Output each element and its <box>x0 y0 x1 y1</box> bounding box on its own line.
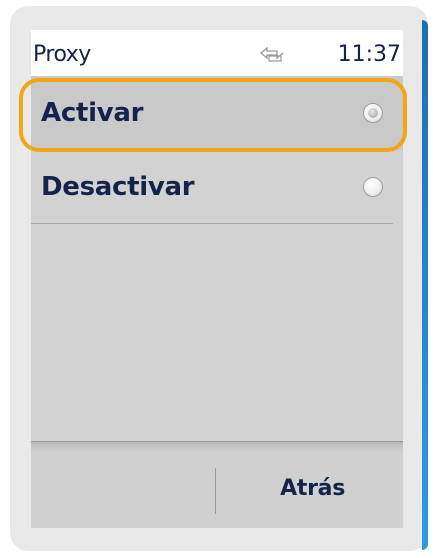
option-list: Activar Desactivar <box>31 76 403 224</box>
option-activar[interactable]: Activar <box>31 76 403 150</box>
option-label: Desactivar <box>41 172 195 202</box>
radio-unselected-icon[interactable] <box>363 177 383 197</box>
divider <box>31 223 393 224</box>
back-button[interactable]: Atrás <box>280 476 345 501</box>
option-label: Activar <box>41 98 144 128</box>
softkey-bar: Atrás <box>31 441 403 528</box>
device-accent-stripe <box>422 20 428 550</box>
network-data-icon <box>259 44 285 62</box>
softkey-separator <box>215 468 216 514</box>
page-title: Proxy <box>33 42 91 67</box>
phone-screen: Proxy 11:37 Activar Desactivar Atrás <box>31 30 403 528</box>
option-desactivar[interactable]: Desactivar <box>31 150 403 224</box>
status-bar: Proxy 11:37 <box>31 30 403 76</box>
radio-selected-icon[interactable] <box>363 103 383 123</box>
clock: 11:37 <box>337 42 401 67</box>
